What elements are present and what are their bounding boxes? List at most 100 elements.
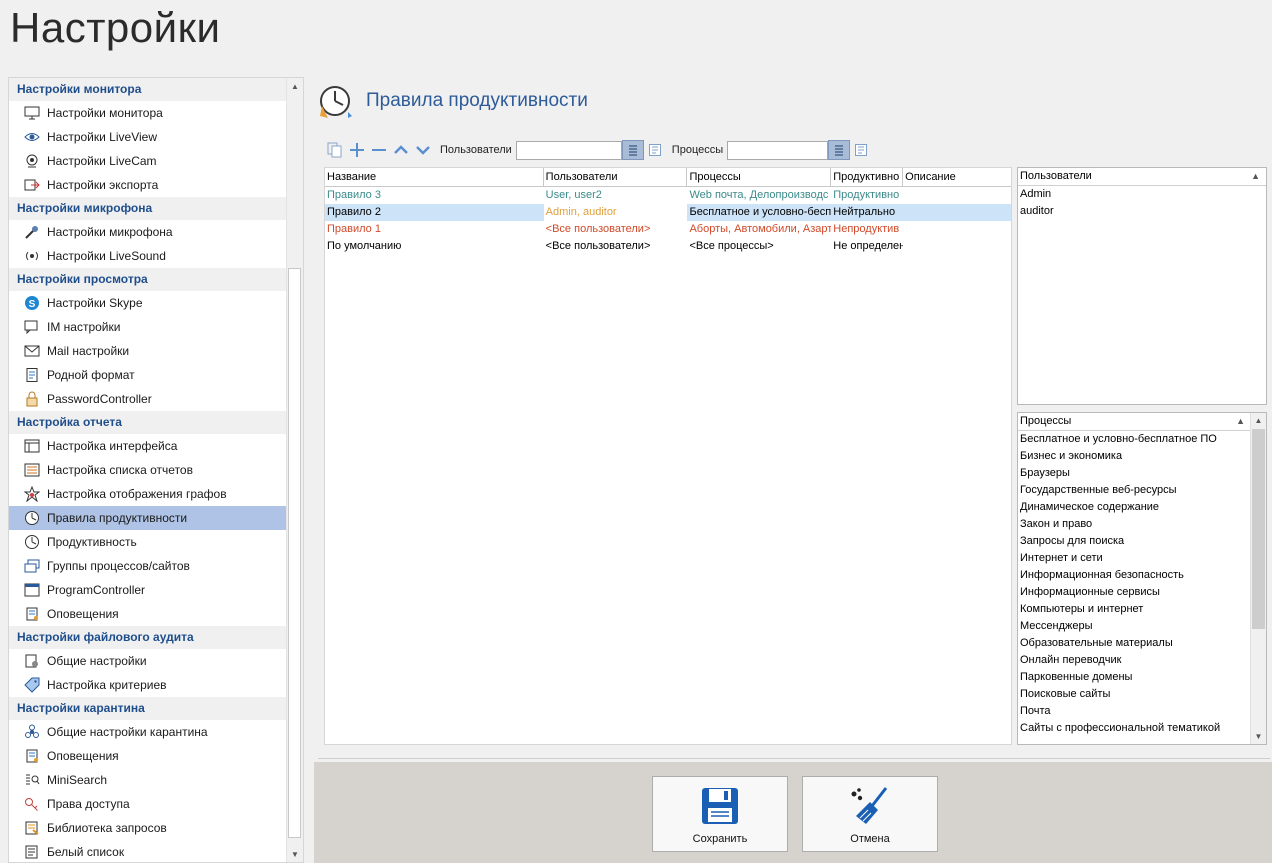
process-list-item[interactable]: Закон и право: [1018, 516, 1251, 533]
sidebar-item[interactable]: Общие настройки: [9, 649, 289, 673]
users-list[interactable]: Пользователи ▲ Admin auditor: [1017, 167, 1267, 405]
process-list-item[interactable]: Компьютеры и интернет: [1018, 601, 1251, 618]
sidebar-item[interactable]: Продуктивность: [9, 530, 289, 554]
sidebar-item[interactable]: Настройки LiveView: [9, 125, 289, 149]
sidebar-item[interactable]: Права доступа: [9, 792, 289, 816]
processes-scrollbar[interactable]: ▲ ▼: [1250, 413, 1266, 744]
rule-cell-productivity: Непродуктив: [833, 223, 900, 235]
process-list-item[interactable]: Запросы для поиска: [1018, 533, 1251, 550]
save-button[interactable]: Сохранить: [652, 776, 788, 852]
process-list-item[interactable]: Динамическое содержание: [1018, 499, 1251, 516]
process-list-item[interactable]: Поисковые сайты: [1018, 686, 1251, 703]
add-rule-button[interactable]: [346, 139, 368, 161]
rules-toolbar: Пользователи Процессы: [324, 138, 872, 162]
column-header-name[interactable]: Название: [325, 168, 544, 186]
sidebar-item-label: Белый список: [47, 845, 125, 859]
users-list-header[interactable]: Пользователи ▲: [1018, 168, 1266, 186]
sidebar-item[interactable]: Mail настройки: [9, 339, 289, 363]
processes-list[interactable]: Процессы ▲ Бесплатное и условно-бесплатн…: [1017, 412, 1267, 745]
export-icon: [23, 177, 41, 193]
processes-picker-button[interactable]: [828, 140, 851, 160]
process-list-item[interactable]: Бизнес и экономика: [1018, 448, 1251, 465]
process-list-item[interactable]: Информационная безопасность: [1018, 567, 1251, 584]
column-header-users[interactable]: Пользователи: [544, 168, 688, 186]
process-list-item[interactable]: Интернет и сети: [1018, 550, 1251, 567]
sidebar-item[interactable]: Настройка отображения графов: [9, 482, 289, 506]
sidebar-item[interactable]: Настройки LiveSound: [9, 244, 289, 268]
sidebar-item-label: Настройки микрофона: [47, 225, 173, 239]
process-list-item[interactable]: Парковенные домены: [1018, 669, 1251, 686]
sidebar-item[interactable]: Оповещения: [9, 744, 289, 768]
sidebar-item[interactable]: Настройки микрофона: [9, 220, 289, 244]
sidebar-item[interactable]: Библиотека запросов: [9, 816, 289, 840]
sidebar-item[interactable]: S Настройки Skype: [9, 291, 289, 315]
process-list-item[interactable]: Сайты с профессиональной тематикой: [1018, 720, 1251, 737]
clock-icon: [23, 534, 41, 550]
rule-row[interactable]: Правило 3 User, user2 Web почта, Делопроиз…: [325, 187, 1011, 204]
sidebar-group-header: Настройка отчета: [9, 411, 289, 434]
sidebar-scrollbar[interactable]: ▲ ▼: [286, 78, 303, 862]
sidebar-item[interactable]: Настройка списка отчетов: [9, 458, 289, 482]
move-up-button[interactable]: [390, 139, 412, 161]
rule-row[interactable]: По умолчанию <Все пользователи> <Все проце…: [325, 238, 1011, 255]
scrollbar-thumb[interactable]: [1252, 429, 1265, 629]
sidebar-item-label: PasswordController: [47, 392, 152, 406]
process-list-item[interactable]: Браузеры: [1018, 465, 1251, 482]
sidebar-item-label: Mail настройки: [47, 344, 130, 358]
users-filter-label: Пользователи: [440, 144, 512, 156]
user-list-item[interactable]: auditor: [1018, 203, 1266, 220]
copy-button[interactable]: [324, 139, 346, 161]
sidebar-item[interactable]: Настройки монитора: [9, 101, 289, 125]
sidebar-item[interactable]: Группы процессов/сайтов: [9, 554, 289, 578]
sidebar-item[interactable]: Родной формат: [9, 363, 289, 387]
sidebar-item[interactable]: Правила продуктивности: [9, 506, 289, 530]
chat-icon: [23, 319, 41, 335]
process-list-item[interactable]: Государственные веб-ресурсы: [1018, 482, 1251, 499]
scrollbar-thumb[interactable]: [288, 268, 301, 838]
users-clear-button[interactable]: [644, 139, 666, 161]
sidebar-group-header: Настройки карантина: [9, 697, 289, 720]
rule-row[interactable]: Правило 1 <Все пользователи> Аборты, Автом…: [325, 221, 1011, 238]
sidebar-item[interactable]: Настройки экспорта: [9, 173, 289, 197]
rule-row[interactable]: Правило 2 Admin, auditor Бесплатное и усло…: [325, 204, 1011, 221]
sidebar-item[interactable]: IM настройки: [9, 315, 289, 339]
process-list-item[interactable]: Мессенджеры: [1018, 618, 1251, 635]
user-list-item[interactable]: Admin: [1018, 186, 1266, 203]
rule-cell-description: [903, 187, 1011, 204]
sidebar-item[interactable]: ProgramController: [9, 578, 289, 602]
sidebar-item[interactable]: PasswordController: [9, 387, 289, 411]
processes-clear-button[interactable]: [850, 139, 872, 161]
sidebar-item[interactable]: Белый список: [9, 840, 289, 862]
sidebar-item-label: Настройки LiveSound: [47, 249, 166, 263]
webcam-icon: [23, 153, 41, 169]
column-header-description[interactable]: Описание: [903, 168, 1011, 186]
move-down-button[interactable]: [412, 139, 434, 161]
column-header-productivity[interactable]: Продуктивно: [831, 168, 904, 186]
sidebar-item-label: Оповещения: [47, 749, 119, 763]
users-filter-input[interactable]: [515, 140, 622, 160]
sidebar-item-label: Настройки экспорта: [47, 178, 159, 192]
process-list-item[interactable]: Образовательные материалы: [1018, 635, 1251, 652]
users-picker-button[interactable]: [621, 140, 644, 160]
sidebar-item[interactable]: Настройка интерфейса: [9, 434, 289, 458]
sidebar-item[interactable]: Настройки LiveCam: [9, 149, 289, 173]
process-list-item[interactable]: Информационные сервисы: [1018, 584, 1251, 601]
process-list-item[interactable]: Бесплатное и условно-бесплатное ПО: [1018, 431, 1251, 448]
sidebar-item[interactable]: Настройка критериев: [9, 673, 289, 697]
process-list-item[interactable]: Онлайн переводчик: [1018, 652, 1251, 669]
rule-cell-name: Правило 2: [325, 204, 544, 221]
scroll-down-icon[interactable]: ▼: [287, 846, 303, 862]
processes-filter-input[interactable]: [727, 140, 829, 160]
cancel-button[interactable]: Отмена: [802, 776, 938, 852]
sidebar-item[interactable]: MiniSearch: [9, 768, 289, 792]
grid-header: Название Пользователи Процессы Продуктив…: [325, 168, 1011, 187]
scroll-up-icon[interactable]: ▲: [287, 78, 303, 94]
sidebar-item[interactable]: Оповещения: [9, 602, 289, 626]
scroll-up-icon[interactable]: ▲: [1251, 413, 1266, 428]
processes-list-header[interactable]: Процессы ▲: [1018, 413, 1251, 431]
sidebar-item[interactable]: Общие настройки карантина: [9, 720, 289, 744]
scroll-down-icon[interactable]: ▼: [1251, 729, 1266, 744]
remove-rule-button[interactable]: [368, 139, 390, 161]
process-list-item[interactable]: Почта: [1018, 703, 1251, 720]
column-header-processes[interactable]: Процессы: [687, 168, 832, 186]
